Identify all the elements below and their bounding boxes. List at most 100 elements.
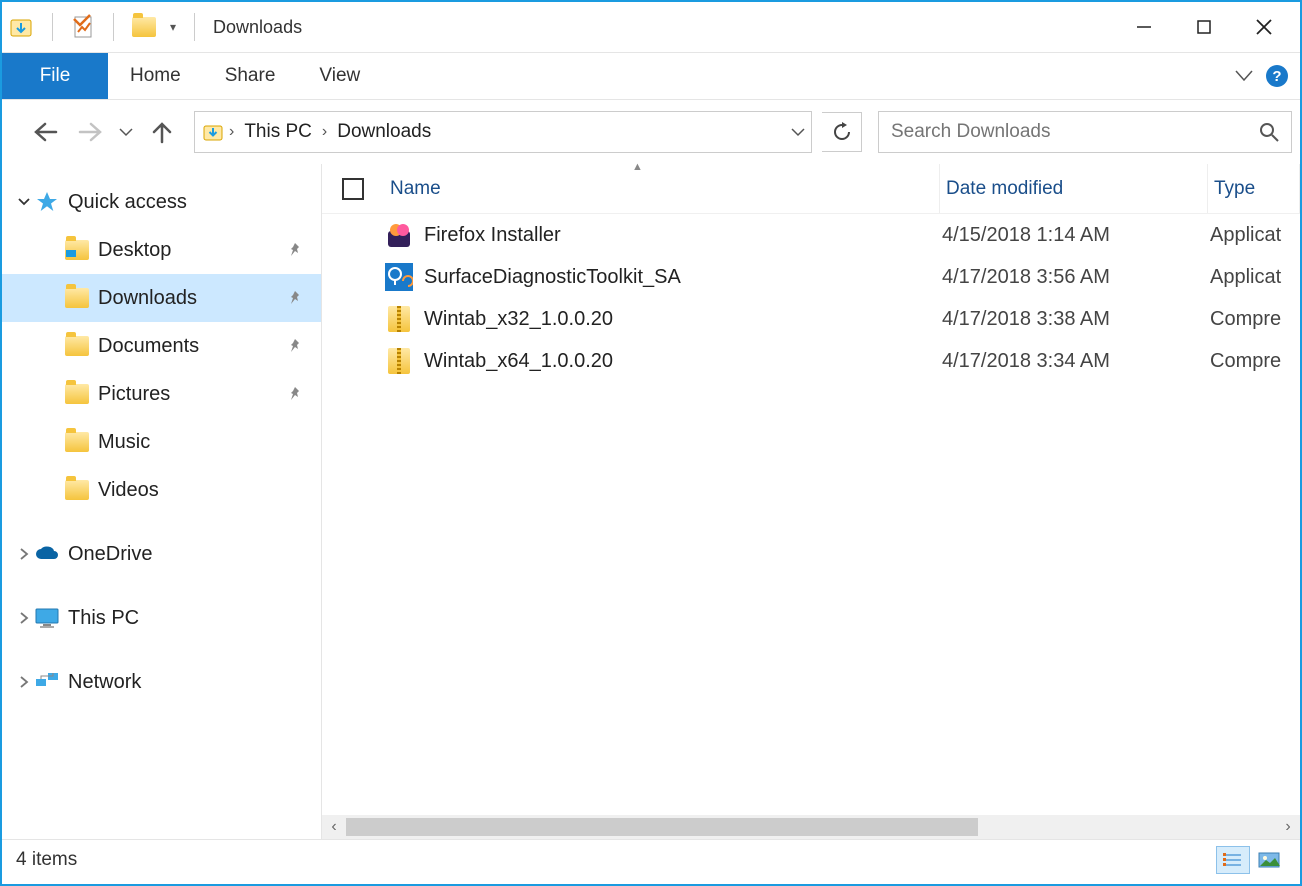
tab-view[interactable]: View xyxy=(297,53,382,99)
folder-icon xyxy=(64,333,90,359)
folder-icon xyxy=(64,429,90,455)
tab-share[interactable]: Share xyxy=(203,53,298,99)
file-type: Compre xyxy=(1210,350,1281,373)
file-row[interactable]: Wintab_x32_1.0.0.20 4/17/2018 3:38 AM Co… xyxy=(322,298,1300,340)
file-date: 4/17/2018 3:56 AM xyxy=(942,266,1210,289)
status-bar: 4 items xyxy=(2,839,1300,879)
close-button[interactable] xyxy=(1234,7,1294,47)
tree-downloads[interactable]: Downloads xyxy=(2,274,321,322)
tree-label: Videos xyxy=(98,479,159,502)
tree-documents[interactable]: Documents xyxy=(2,322,321,370)
tree-label: Desktop xyxy=(98,239,171,262)
column-date[interactable]: Date modified xyxy=(940,164,1208,213)
help-icon[interactable]: ? xyxy=(1266,65,1288,87)
horizontal-scrollbar[interactable]: ‹ › xyxy=(322,815,1300,839)
main-area: Quick access Desktop Downloads Documents… xyxy=(2,164,1300,839)
new-folder-icon[interactable] xyxy=(132,17,156,37)
tree-music[interactable]: Music xyxy=(2,418,321,466)
scroll-thumb[interactable] xyxy=(346,818,978,836)
file-name: Firefox Installer xyxy=(424,224,942,247)
scroll-left-icon[interactable]: ‹ xyxy=(322,818,346,836)
tree-pictures[interactable]: Pictures xyxy=(2,370,321,418)
ribbon-expand-icon[interactable] xyxy=(1234,69,1254,83)
tree-label: Quick access xyxy=(68,191,187,214)
pin-icon xyxy=(287,338,303,354)
tree-label: Documents xyxy=(98,335,199,358)
select-all-checkbox[interactable] xyxy=(342,178,364,200)
back-button[interactable] xyxy=(26,112,66,152)
pin-icon xyxy=(287,242,303,258)
expand-icon[interactable] xyxy=(14,548,34,560)
expand-icon[interactable] xyxy=(14,676,34,688)
app-icon xyxy=(384,262,414,292)
properties-icon[interactable] xyxy=(71,14,95,40)
separator xyxy=(52,13,53,41)
file-list-pane: ▲ Name Date modified Type Firefox Instal… xyxy=(322,164,1300,839)
file-row[interactable]: Firefox Installer 4/15/2018 1:14 AM Appl… xyxy=(322,214,1300,256)
thumbnails-view-button[interactable] xyxy=(1252,846,1286,874)
file-row[interactable]: SurfaceDiagnosticToolkit_SA 4/17/2018 3:… xyxy=(322,256,1300,298)
pin-icon xyxy=(287,386,303,402)
minimize-button[interactable] xyxy=(1114,7,1174,47)
search-box[interactable] xyxy=(878,111,1292,153)
zip-icon xyxy=(384,304,414,334)
recent-dropdown-icon[interactable] xyxy=(114,112,138,152)
tree-label: Network xyxy=(68,671,141,694)
file-row[interactable]: Wintab_x64_1.0.0.20 4/17/2018 3:34 AM Co… xyxy=(322,340,1300,382)
folder-icon xyxy=(64,285,90,311)
tree-network[interactable]: Network xyxy=(2,658,321,706)
search-input[interactable] xyxy=(891,121,1259,143)
tree-desktop[interactable]: Desktop xyxy=(2,226,321,274)
search-icon[interactable] xyxy=(1259,122,1279,142)
navigation-pane: Quick access Desktop Downloads Documents… xyxy=(2,164,322,839)
breadcrumb-current[interactable]: Downloads xyxy=(331,121,437,143)
tree-videos[interactable]: Videos xyxy=(2,466,321,514)
file-date: 4/17/2018 3:38 AM xyxy=(942,308,1210,331)
chevron-right-icon[interactable]: › xyxy=(318,123,331,141)
ribbon-tabs: File Home Share View ? xyxy=(2,53,1300,100)
file-name: Wintab_x32_1.0.0.20 xyxy=(424,308,942,331)
scroll-right-icon[interactable]: › xyxy=(1276,818,1300,836)
app-icon xyxy=(8,14,34,40)
chevron-right-icon[interactable]: › xyxy=(225,123,238,141)
expand-icon[interactable] xyxy=(14,612,34,624)
address-bar[interactable]: › This PC › Downloads xyxy=(194,111,812,153)
scroll-track[interactable] xyxy=(346,818,1276,836)
folder-icon xyxy=(64,381,90,407)
forward-button[interactable] xyxy=(70,112,110,152)
qat-dropdown-icon[interactable]: ▾ xyxy=(170,20,176,34)
breadcrumb-root[interactable]: This PC xyxy=(238,121,318,143)
file-date: 4/15/2018 1:14 AM xyxy=(942,224,1210,247)
file-type: Applicat xyxy=(1210,224,1281,247)
sort-indicator-icon: ▲ xyxy=(632,161,643,173)
window-title: Downloads xyxy=(213,17,302,38)
refresh-button[interactable] xyxy=(822,112,862,152)
details-view-button[interactable] xyxy=(1216,846,1250,874)
network-icon xyxy=(34,669,60,695)
app-icon xyxy=(384,220,414,250)
address-dropdown-icon[interactable] xyxy=(791,127,805,137)
tree-label: This PC xyxy=(68,607,139,630)
file-name: Wintab_x64_1.0.0.20 xyxy=(424,350,942,373)
collapse-icon[interactable] xyxy=(14,196,34,208)
tree-onedrive[interactable]: OneDrive xyxy=(2,530,321,578)
maximize-button[interactable] xyxy=(1174,7,1234,47)
tree-label: OneDrive xyxy=(68,543,152,566)
column-name[interactable]: Name xyxy=(384,164,940,213)
tree-label: Downloads xyxy=(98,287,197,310)
location-icon xyxy=(201,120,225,144)
file-tab[interactable]: File xyxy=(2,53,108,99)
up-button[interactable] xyxy=(142,112,182,152)
separator xyxy=(113,13,114,41)
column-headers: ▲ Name Date modified Type xyxy=(322,164,1300,214)
title-bar: ▾ Downloads xyxy=(2,2,1300,53)
tree-label: Pictures xyxy=(98,383,170,406)
quick-access-toolbar: ▾ xyxy=(8,13,203,41)
tree-quick-access[interactable]: Quick access xyxy=(2,178,321,226)
column-type[interactable]: Type xyxy=(1208,164,1300,213)
pin-icon xyxy=(287,290,303,306)
tree-this-pc[interactable]: This PC xyxy=(2,594,321,642)
tab-home[interactable]: Home xyxy=(108,53,203,99)
star-icon xyxy=(34,189,60,215)
tree-label: Music xyxy=(98,431,150,454)
